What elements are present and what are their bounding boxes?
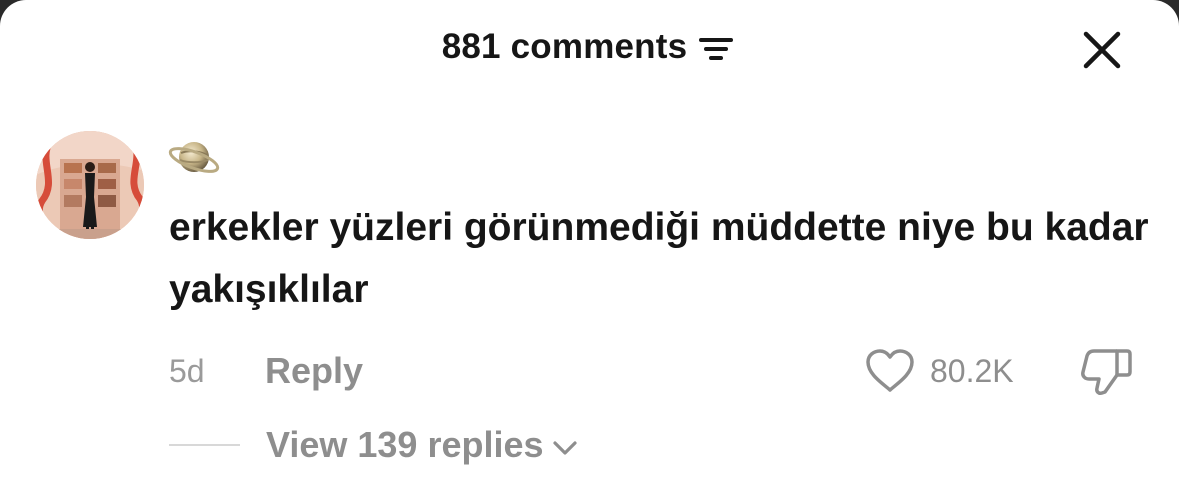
comment-timestamp: 5d bbox=[169, 352, 205, 389]
comments-sort-toggle[interactable]: 881 comments bbox=[442, 27, 738, 67]
reply-button[interactable]: Reply bbox=[265, 350, 363, 392]
comment-text: erkekler yüzleri görünmediği müddette ni… bbox=[169, 206, 1149, 311]
view-replies-label: View 139 replies bbox=[266, 424, 544, 465]
sort-lines-icon[interactable] bbox=[697, 32, 737, 66]
view-replies-button[interactable]: View 139 replies bbox=[266, 424, 578, 466]
user-avatar[interactable] bbox=[36, 131, 144, 239]
replies-row: View 139 replies bbox=[169, 422, 578, 468]
thumbs-down-icon bbox=[1081, 349, 1132, 395]
comment-meta-row: 5d Reply bbox=[169, 348, 363, 394]
chevron-down-icon bbox=[552, 441, 577, 455]
comments-header: 881 comments bbox=[0, 27, 1179, 67]
avatar-image bbox=[36, 131, 144, 239]
comments-sheet: 881 comments erkekler yüzleri görünmediğ… bbox=[0, 0, 1179, 494]
comments-count-title: 881 comments bbox=[441, 27, 688, 66]
ringed-planet-icon bbox=[168, 142, 220, 173]
like-count: 80.2K bbox=[930, 352, 1014, 389]
heart-icon[interactable] bbox=[864, 348, 916, 394]
replies-divider bbox=[169, 444, 240, 446]
close-icon bbox=[1083, 31, 1121, 69]
ringed-planet-emoji[interactable] bbox=[168, 132, 220, 182]
dislike-button[interactable] bbox=[1080, 346, 1132, 396]
close-button[interactable] bbox=[1080, 28, 1124, 72]
like-button[interactable]: 80.2K bbox=[864, 346, 1014, 396]
